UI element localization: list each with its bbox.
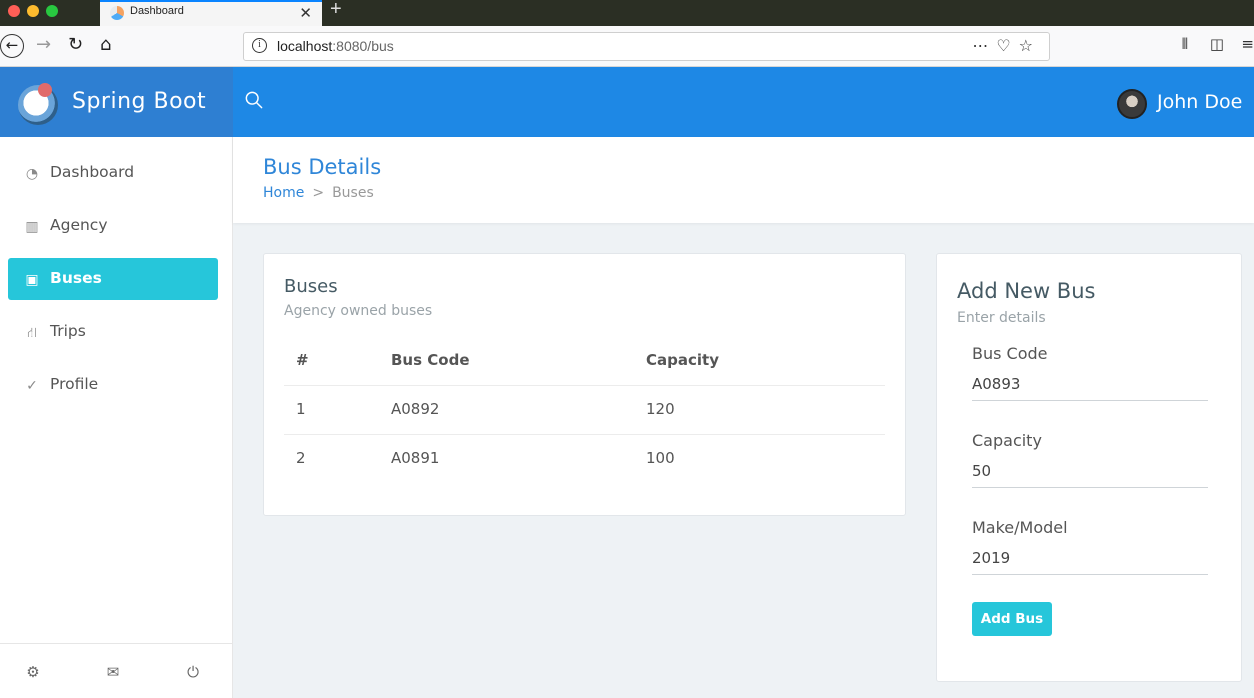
bus-code-input[interactable] (972, 373, 1208, 401)
mail-icon[interactable]: ✉ (104, 663, 122, 681)
address-bar[interactable]: i localhost:8080/bus ⋯♡☆ (243, 32, 1050, 61)
table-cell: 120 (646, 400, 675, 418)
browser-toolbar: ← → ↻ ⌂ i localhost:8080/bus ⋯♡☆ ⫴ ◫ ≡ (0, 26, 1254, 67)
buses-table: # Bus Code Capacity 1 A0892 120 2 A0891 … (284, 337, 885, 484)
tab-close-icon[interactable]: ✕ (299, 4, 312, 22)
new-tab-button[interactable]: + (330, 0, 342, 21)
dashboard-icon: ◔ (25, 166, 39, 182)
bus-code-field: Bus Code (972, 344, 1208, 401)
page-header: Bus Details Home > Buses (233, 137, 1254, 223)
url-text[interactable]: localhost:8080/bus (277, 38, 394, 54)
back-icon[interactable]: ← (0, 34, 24, 58)
sidebar-item-trips[interactable]: ⛙ Trips (8, 311, 218, 353)
brand-name: Spring Boot (72, 89, 207, 114)
minimize-window-button[interactable] (27, 5, 39, 17)
road-icon: ⛙ (27, 325, 37, 341)
home-icon[interactable]: ⌂ (100, 34, 111, 56)
capacity-input[interactable] (972, 460, 1208, 488)
breadcrumb-home-link[interactable]: Home (263, 185, 304, 201)
field-label: Make/Model (972, 518, 1068, 537)
make-model-field: Make/Model (972, 518, 1208, 575)
search-icon[interactable] (245, 91, 263, 109)
column-header: Capacity (646, 351, 719, 369)
factory-icon: ▥ (25, 219, 39, 235)
user-check-icon: ✓ (26, 378, 38, 394)
table-cell: 100 (646, 449, 675, 467)
add-bus-card: Add New Bus Enter details Bus Code Capac… (936, 253, 1242, 682)
form-title: Add New Bus (957, 279, 1096, 303)
gear-icon[interactable]: ⚙ (24, 663, 42, 681)
more-icon[interactable]: ⋯ (972, 36, 996, 55)
breadcrumb-separator: > (312, 185, 325, 201)
field-label: Capacity (972, 431, 1042, 450)
close-window-button[interactable] (8, 5, 20, 17)
table-row[interactable]: 2 A0891 100 (284, 435, 885, 484)
browser-tab-bar: Dashboard ✕ + (0, 0, 1254, 26)
bus-icon: ▣ (25, 272, 39, 288)
sidebar-item-buses[interactable]: ▣ Buses (8, 258, 218, 300)
sidebar-item-agency[interactable]: ▥ Agency (8, 205, 218, 247)
table-cell: 2 (296, 449, 306, 467)
app-header: John Doe (233, 67, 1254, 137)
library-icon[interactable]: ⫴ (1182, 35, 1188, 53)
sidebar-icon[interactable]: ◫ (1210, 35, 1224, 53)
buses-card: Buses Agency owned buses # Bus Code Capa… (263, 253, 906, 516)
breadcrumb: Home > Buses (263, 185, 374, 201)
make-model-input[interactable] (972, 547, 1208, 575)
pocket-icon[interactable]: ♡ (996, 36, 1018, 55)
logo-icon (18, 83, 58, 125)
table-cell: A0891 (391, 449, 440, 467)
avatar[interactable] (1117, 89, 1147, 119)
capacity-field: Capacity (972, 431, 1208, 488)
url-path: :8080/bus (332, 38, 394, 54)
column-header: Bus Code (391, 351, 470, 369)
menu-icon[interactable]: ≡ (1241, 35, 1254, 53)
forward-icon[interactable]: → (36, 34, 51, 56)
table-header-row: # Bus Code Capacity (284, 337, 885, 386)
maximize-window-button[interactable] (46, 5, 58, 17)
sidebar-footer: ⚙ ✉ ⏻ (0, 643, 233, 698)
column-header: # (296, 351, 309, 369)
favicon-icon (110, 6, 124, 20)
star-icon[interactable]: ☆ (1019, 36, 1041, 55)
sidebar-item-label: Profile (50, 375, 99, 393)
card-subtitle: Agency owned buses (284, 303, 433, 319)
browser-tab[interactable]: Dashboard ✕ (100, 0, 322, 26)
user-name[interactable]: John Doe (1157, 91, 1242, 113)
url-actions: ⋯♡☆ (972, 36, 1041, 55)
field-label: Bus Code (972, 344, 1048, 363)
brand[interactable]: Spring Boot (0, 67, 233, 137)
table-cell: 1 (296, 400, 306, 418)
sidebar-item-label: Agency (50, 216, 108, 234)
tab-title: Dashboard (130, 5, 184, 17)
url-host: localhost (277, 38, 333, 54)
table-row[interactable]: 1 A0892 120 (284, 386, 885, 435)
sidebar-item-label: Trips (50, 322, 86, 340)
table-cell: A0892 (391, 400, 440, 418)
breadcrumb-current: Buses (332, 185, 374, 201)
form-subtitle: Enter details (957, 310, 1046, 326)
add-bus-button[interactable]: Add Bus (972, 602, 1052, 636)
sidebar-item-profile[interactable]: ✓ Profile (8, 364, 218, 406)
sidebar: ◔ Dashboard ▥ Agency ▣ Buses ⛙ Trips ✓ P… (0, 137, 233, 698)
reload-icon[interactable]: ↻ (68, 34, 83, 56)
power-icon[interactable]: ⏻ (184, 663, 202, 681)
card-title: Buses (284, 276, 338, 297)
sidebar-item-label: Dashboard (50, 163, 135, 181)
sidebar-item-dashboard[interactable]: ◔ Dashboard (8, 152, 218, 194)
info-icon[interactable]: i (252, 38, 267, 53)
page-title: Bus Details (263, 155, 382, 179)
sidebar-item-label: Buses (50, 269, 102, 287)
